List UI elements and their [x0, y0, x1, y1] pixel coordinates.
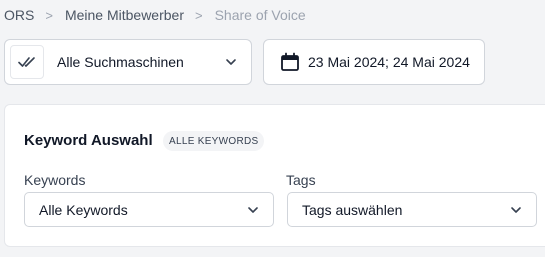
breadcrumb: ORS > Meine Mitbewerber > Share of Voice [4, 7, 306, 23]
keywords-select-value: Alle Keywords [39, 201, 128, 218]
keywords-select[interactable]: Alle Keywords [24, 192, 274, 227]
tags-select-placeholder: Tags auswählen [302, 201, 403, 218]
keywords-label: Keywords [24, 172, 86, 188]
breadcrumb-separator: > [195, 7, 203, 23]
breadcrumb-item-mitbewerber[interactable]: Meine Mitbewerber [65, 7, 184, 23]
card-title: Keyword Auswahl [24, 132, 153, 149]
breadcrumb-item-current: Share of Voice [214, 7, 306, 23]
calendar-icon [280, 52, 300, 72]
tags-label: Tags [286, 172, 316, 188]
breadcrumb-item-ors[interactable]: ORS [4, 7, 34, 23]
date-range-value: 23 Mai 2024; 24 Mai 2024 [308, 54, 470, 70]
breadcrumb-separator: > [45, 7, 53, 23]
keyword-selection-card: Keyword Auswahl ALLE KEYWORDS Keywords A… [4, 104, 545, 247]
date-range-button[interactable]: 23 Mai 2024; 24 Mai 2024 [263, 39, 485, 85]
chevron-down-icon [510, 206, 522, 214]
search-engine-select[interactable]: Alle Suchmaschinen [4, 39, 252, 85]
search-engine-value: Alle Suchmaschinen [57, 54, 184, 70]
keyword-badge: ALLE KEYWORDS [163, 131, 265, 151]
tags-select[interactable]: Tags auswählen [287, 192, 537, 227]
chevron-down-icon [247, 206, 259, 214]
chevron-down-icon [225, 58, 237, 66]
double-check-icon [10, 45, 44, 79]
